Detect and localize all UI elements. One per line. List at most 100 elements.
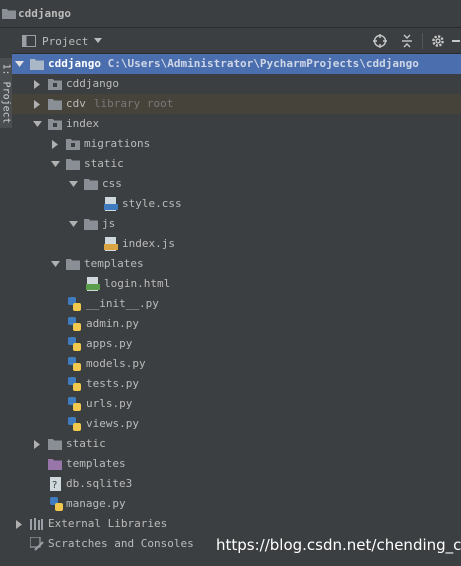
project-tool-tab[interactable]: 1: Project <box>0 58 12 128</box>
tree-row-label: External Libraries <box>48 517 168 530</box>
view-selector[interactable]: Project <box>22 28 103 54</box>
tree-row-label: js <box>102 217 116 230</box>
python-file-icon <box>68 377 81 391</box>
package-icon <box>48 119 62 130</box>
library-icon <box>30 518 43 530</box>
collapse-icon <box>402 34 412 48</box>
gear-icon <box>432 35 444 47</box>
tree-row-folder[interactable]: static <box>12 434 461 454</box>
python-file-icon <box>68 337 81 351</box>
navigation-bar: cddjango <box>0 0 461 28</box>
tree-row-label: db.sqlite3 <box>66 477 133 490</box>
project-tree: cddjango C:\Users\Administrator\PycharmP… <box>12 54 461 566</box>
tree-row-library-root[interactable]: cdv library root <box>12 94 461 114</box>
tree-row-label: index <box>66 117 100 130</box>
view-selector-label: Project <box>42 34 89 48</box>
tree-row-file[interactable]: index.js <box>12 234 461 254</box>
tree-row-file[interactable]: ? db.sqlite3 <box>12 474 461 494</box>
python-file-icon <box>50 497 63 511</box>
tree-row-folder[interactable]: templates <box>12 454 461 474</box>
tree-row-label: models.py <box>86 357 146 370</box>
unknown-file-icon: ? <box>50 477 61 491</box>
folder-icon <box>2 9 16 19</box>
tree-row-label: templates <box>84 257 144 270</box>
folder-icon <box>84 219 98 230</box>
python-file-icon <box>68 297 81 311</box>
breadcrumb-project[interactable]: cddjango <box>18 7 71 20</box>
css-file-icon <box>104 197 118 211</box>
collapsed-arrow-icon[interactable] <box>32 99 42 109</box>
tree-row-package[interactable]: index <box>12 114 461 134</box>
tree-row-label: login.html <box>104 277 171 290</box>
settings-button[interactable] <box>430 28 446 54</box>
python-file-icon <box>68 357 81 371</box>
tree-row-label: css <box>102 177 122 190</box>
toolbar-divider <box>422 33 423 49</box>
collapsed-arrow-icon[interactable] <box>32 79 42 89</box>
crosshair-icon <box>373 34 387 48</box>
tree-row-file[interactable]: tests.py <box>12 374 461 394</box>
tree-row-external-libraries[interactable]: External Libraries <box>12 514 461 534</box>
tree-row-file[interactable]: views.py <box>12 414 461 434</box>
js-file-icon <box>104 237 118 251</box>
collapsed-arrow-icon[interactable] <box>32 439 42 449</box>
tree-row-file[interactable]: manage.py <box>12 494 461 514</box>
tree-row-file[interactable]: style.css <box>12 194 461 214</box>
tree-row-folder[interactable]: js <box>12 214 461 234</box>
tree-row-label: cdv library root <box>66 97 174 110</box>
tree-row-label: __init__.py <box>86 297 159 310</box>
expanded-arrow-icon[interactable] <box>32 119 42 129</box>
tree-row-label: index.js <box>122 237 175 250</box>
folder-icon <box>48 99 62 110</box>
expanded-arrow-icon[interactable] <box>14 59 24 69</box>
minimize-icon <box>451 40 460 42</box>
collapsed-arrow-icon[interactable] <box>50 139 60 149</box>
tree-row-package[interactable]: migrations <box>12 134 461 154</box>
project-view-icon <box>22 35 36 47</box>
tree-row-label: urls.py <box>86 397 133 410</box>
tree-row-label: migrations <box>84 137 151 150</box>
tree-row-label: admin.py <box>86 317 139 330</box>
tree-row-file[interactable]: apps.py <box>12 334 461 354</box>
tree-row-label: static <box>66 437 106 450</box>
tree-row-folder[interactable]: css <box>12 174 461 194</box>
collapse-all-button[interactable] <box>399 28 415 54</box>
tree-row-package[interactable]: cddjango <box>12 74 461 94</box>
tree-row-root[interactable]: cddjango C:\Users\Administrator\PycharmP… <box>12 54 461 74</box>
folder-icon <box>48 439 62 450</box>
folder-icon <box>66 259 80 270</box>
tree-row-file[interactable]: login.html <box>12 274 461 294</box>
collapsed-arrow-icon[interactable] <box>14 519 24 529</box>
tree-row-file[interactable]: admin.py <box>12 314 461 334</box>
package-icon <box>66 139 80 150</box>
svg-text:?: ? <box>52 480 57 491</box>
tree-row-label: static <box>84 157 124 170</box>
expanded-arrow-icon[interactable] <box>68 179 78 189</box>
expanded-arrow-icon[interactable] <box>50 259 60 269</box>
project-tool-tab-label: 1: Project <box>0 63 12 124</box>
tree-row-label: cddjango <box>66 77 119 90</box>
templates-folder-icon <box>48 459 62 470</box>
tree-row-label: tests.py <box>86 377 139 390</box>
python-file-icon <box>68 417 81 431</box>
expanded-arrow-icon[interactable] <box>50 159 60 169</box>
tree-row-file[interactable]: __init__.py <box>12 294 461 314</box>
project-toolbar: Project <box>12 28 461 54</box>
tree-row-label: apps.py <box>86 337 133 350</box>
python-file-icon <box>68 317 81 331</box>
tree-row-file[interactable]: models.py <box>12 354 461 374</box>
tree-row-file[interactable]: urls.py <box>12 394 461 414</box>
tree-row-folder[interactable]: templates <box>12 254 461 274</box>
chevron-down-icon <box>94 38 103 43</box>
tree-row-label: cddjango C:\Users\Administrator\PycharmP… <box>48 57 419 70</box>
scratches-icon <box>30 537 44 551</box>
expanded-arrow-icon[interactable] <box>68 219 78 229</box>
watermark-url: https://blog.csdn.net/chending_cd <box>216 536 461 554</box>
tree-row-label: style.css <box>122 197 182 210</box>
tree-row-folder[interactable]: static <box>12 154 461 174</box>
folder-icon <box>66 159 80 170</box>
tree-row-label: Scratches and Consoles <box>48 537 194 550</box>
hide-panel-button[interactable] <box>450 28 461 54</box>
locate-file-button[interactable] <box>372 28 388 54</box>
tree-row-label: views.py <box>86 417 139 430</box>
